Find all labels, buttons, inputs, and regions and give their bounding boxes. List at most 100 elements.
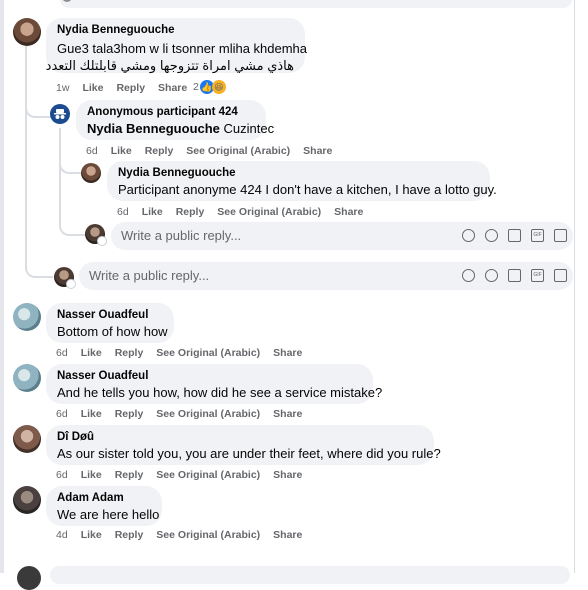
mention[interactable]: Nydia Benneguouche: [87, 121, 220, 136]
comment-actions: 1w Like Reply Share: [56, 81, 200, 95]
previous-content-edge: [60, 0, 572, 8]
comment-actions: 6d Like Reply See Original (Arabic) Share: [56, 468, 315, 482]
share-button[interactable]: Share: [273, 408, 302, 420]
reply-button[interactable]: Reply: [145, 145, 174, 157]
reply-input[interactable]: Write a public reply... GIF: [79, 262, 573, 290]
reply-author[interactable]: Anonymous participant 424: [87, 105, 255, 120]
comment-text: We are here hello: [57, 507, 160, 522]
chevron-down-icon[interactable]: [97, 236, 107, 246]
comment-text: And he tells you how, how did he see a s…: [57, 385, 383, 400]
share-button[interactable]: Share: [334, 206, 363, 218]
thread-line-main: [25, 46, 27, 266]
gif-icon[interactable]: GIF: [531, 269, 544, 282]
anonymous-avatar: [50, 104, 70, 124]
reply-input-tools: GIF: [462, 229, 567, 243]
share-button[interactable]: Share: [273, 347, 302, 359]
like-button[interactable]: Like: [81, 347, 102, 359]
avatar[interactable]: [13, 18, 41, 46]
avatar[interactable]: [13, 486, 41, 514]
reply-text: Nydia Benneguouche Cuzintec: [87, 120, 274, 137]
like-button[interactable]: Like: [81, 529, 102, 541]
comment-author[interactable]: Nydia Benneguouche: [57, 23, 294, 38]
camera-icon[interactable]: [508, 269, 521, 282]
avatar[interactable]: [13, 425, 41, 453]
timestamp[interactable]: 6d: [56, 408, 68, 420]
reply-input-tools: GIF: [462, 269, 567, 283]
timestamp[interactable]: 6d: [56, 469, 68, 481]
timestamp[interactable]: 1w: [56, 82, 69, 94]
reply-input[interactable]: Write a public reply... GIF: [111, 222, 573, 250]
comment-author[interactable]: Nasser Ouadfeul: [57, 308, 163, 323]
thread-line-r1: [59, 128, 61, 226]
reply-button[interactable]: Reply: [176, 206, 205, 218]
reply-text: Participant anonyme 424 I don't have a k…: [118, 182, 497, 197]
gif-icon[interactable]: GIF: [531, 229, 544, 242]
see-original-button[interactable]: See Original (Arabic): [156, 347, 260, 359]
comment-actions: 4d Like Reply See Original (Arabic) Share: [56, 528, 315, 542]
sticker-icon[interactable]: [554, 269, 567, 282]
timestamp[interactable]: 6d: [86, 145, 98, 157]
avatar[interactable]: [17, 566, 41, 590]
reply-button[interactable]: Reply: [115, 347, 144, 359]
sticker-icon[interactable]: [554, 229, 567, 242]
comment-bubble: Adam Adam We are here hello: [46, 486, 162, 526]
like-button[interactable]: Like: [142, 206, 163, 218]
share-button[interactable]: Share: [158, 82, 187, 94]
avatar[interactable]: [81, 163, 101, 183]
see-original-button[interactable]: See Original (Arabic): [156, 529, 260, 541]
reply-actions: 6d Like Reply See Original (Arabic) Share: [117, 205, 376, 219]
reply-actions: 6d Like Reply See Original (Arabic) Share: [86, 144, 345, 158]
thread-connector-r2: [59, 160, 81, 174]
like-button[interactable]: Like: [111, 145, 132, 157]
timestamp[interactable]: 4d: [56, 529, 68, 541]
like-button[interactable]: Like: [82, 82, 103, 94]
comment-actions: 6d Like Reply See Original (Arabic) Share: [56, 407, 315, 421]
like-button[interactable]: Like: [81, 408, 102, 420]
see-original-button[interactable]: See Original (Arabic): [156, 408, 260, 420]
comment-bubble: Nydia Benneguouche Gue3 tala3hom w li ts…: [45, 18, 308, 73]
reaction-count[interactable]: 2 👍 😆: [193, 80, 226, 94]
camera-icon[interactable]: [508, 229, 521, 242]
like-button[interactable]: Like: [81, 469, 102, 481]
timestamp[interactable]: 6d: [56, 347, 68, 359]
share-button[interactable]: Share: [273, 529, 302, 541]
avatar[interactable]: [13, 303, 41, 331]
reply-button[interactable]: Reply: [115, 529, 144, 541]
avatar[interactable]: [13, 364, 41, 392]
avatar-sticker-icon[interactable]: [462, 269, 475, 282]
timestamp[interactable]: 6d: [117, 206, 129, 218]
reply-bubble: Nydia Benneguouche Participant anonyme 4…: [107, 161, 497, 201]
avatar-sticker-icon[interactable]: [462, 229, 475, 242]
emoji-icon[interactable]: [485, 229, 498, 242]
thread-connector-inner-reply: [59, 220, 85, 236]
comment-author[interactable]: Dî Døû: [57, 430, 423, 445]
haha-reaction-icon: 😆: [211, 80, 226, 94]
comment-text: Bottom of how how: [57, 324, 168, 339]
reply-button[interactable]: Reply: [115, 408, 144, 420]
reply-button[interactable]: Reply: [115, 469, 144, 481]
share-button[interactable]: Share: [273, 469, 302, 481]
reply-button[interactable]: Reply: [116, 82, 145, 94]
see-original-button[interactable]: See Original (Arabic): [156, 469, 260, 481]
comment-author[interactable]: Adam Adam: [57, 491, 151, 506]
left-border: [0, 0, 4, 573]
comment-bubble: Nasser Ouadfeul And he tells you how, ho…: [46, 364, 383, 404]
see-original-button[interactable]: See Original (Arabic): [186, 145, 290, 157]
comment-text-arabic: هاذي مشي امراة تتزوجها ومشي قابلتلك التع…: [45, 58, 294, 73]
next-comment-edge: [50, 566, 570, 584]
reply-author[interactable]: Nydia Benneguouche: [118, 166, 479, 181]
comment-text: Gue3 tala3hom w li tsonner mliha khdemha: [57, 41, 308, 56]
reply-placeholder: Write a public reply...: [89, 268, 210, 283]
share-button[interactable]: Share: [303, 145, 332, 157]
chevron-down-icon[interactable]: [66, 279, 76, 289]
right-border: [574, 0, 575, 573]
comment-actions: 6d Like Reply See Original (Arabic) Share: [56, 346, 315, 360]
see-original-button[interactable]: See Original (Arabic): [217, 206, 321, 218]
reply-text-body: Cuzintec: [223, 121, 275, 136]
thread-connector-r1: [25, 104, 51, 118]
comment-bubble: Dî Døû As our sister told you, you are u…: [46, 425, 441, 465]
comment-author[interactable]: Nasser Ouadfeul: [57, 369, 362, 384]
emoji-icon[interactable]: [485, 269, 498, 282]
comment-text: As our sister told you, you are under th…: [57, 446, 441, 461]
thread-connector-main: [25, 258, 53, 278]
